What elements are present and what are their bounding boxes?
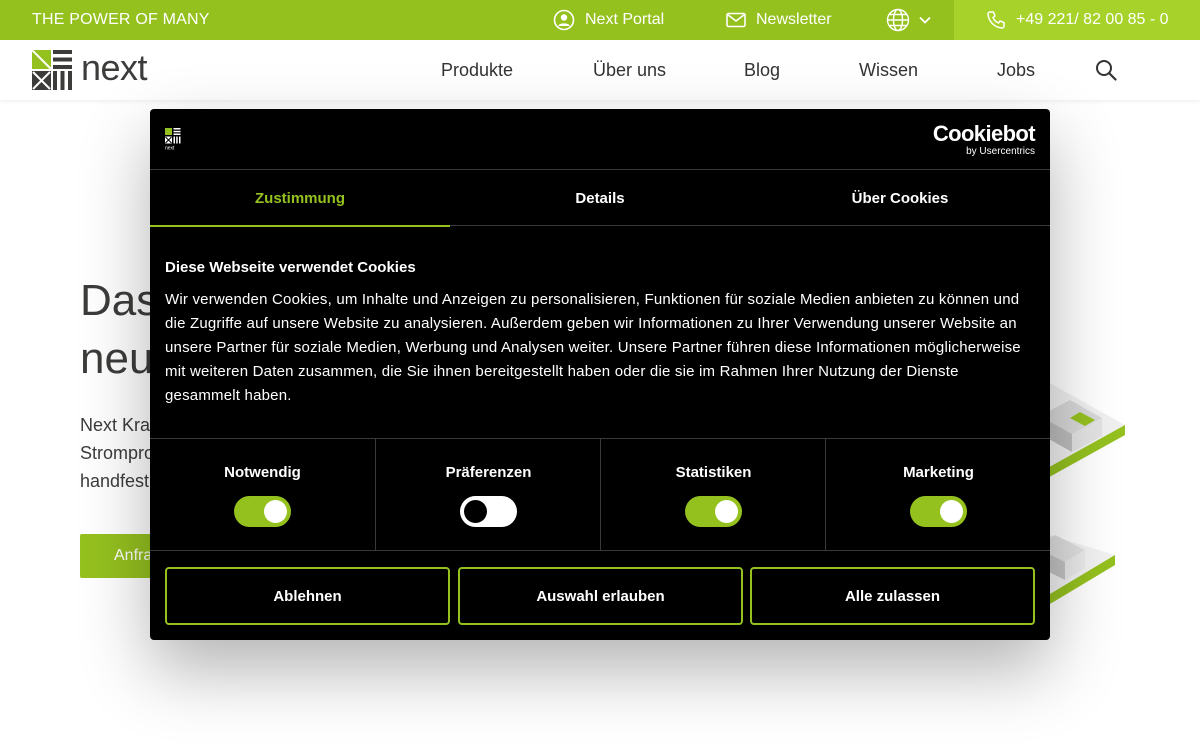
newsletter-label: Newsletter xyxy=(756,11,832,28)
top-bar: THE POWER OF MANY Next Portal Newsletter xyxy=(0,0,1200,40)
phone-link[interactable]: +49 221/ 82 00 85 - 0 xyxy=(954,0,1200,40)
hero-text-line-3: handfest xyxy=(80,471,150,491)
cookiebot-name: Cookiebot xyxy=(932,121,1036,146)
toggle-knob xyxy=(940,500,963,523)
mail-icon xyxy=(726,12,746,28)
phone-number: +49 221/ 82 00 85 - 0 xyxy=(1016,11,1169,28)
next-logo-mark xyxy=(32,50,72,90)
allow-all-button[interactable]: Alle zulassen xyxy=(750,567,1035,625)
hero-text-line-2: Strompro xyxy=(80,443,155,463)
category-label: Notwendig xyxy=(224,464,301,481)
category-marketing: Marketing xyxy=(825,439,1050,551)
hero-title: Das neu xyxy=(80,272,158,388)
hero-title-line-2: neu xyxy=(80,334,154,383)
logo[interactable]: next xyxy=(32,47,148,90)
nav-produkte[interactable]: Produkte xyxy=(441,40,513,100)
category-label: Statistiken xyxy=(675,464,752,481)
cookie-categories: Notwendig Präferenzen Statistiken Market… xyxy=(150,438,1050,551)
chevron-down-icon xyxy=(919,16,931,24)
newsletter-link[interactable]: Newsletter xyxy=(726,0,832,40)
search-icon[interactable] xyxy=(1095,59,1117,81)
cookiebot-byline: by Usercentrics xyxy=(966,146,1035,157)
allow-selection-button[interactable]: Auswahl erlauben xyxy=(458,567,743,625)
phone-icon xyxy=(987,11,1005,29)
user-circle-icon xyxy=(553,9,575,31)
decline-button[interactable]: Ablehnen xyxy=(165,567,450,625)
category-statistiken: Statistiken xyxy=(600,439,825,551)
toggle-notwendig[interactable] xyxy=(234,496,291,527)
dialog-header: next Cookiebot by Usercentrics xyxy=(150,109,1050,170)
category-notwendig: Notwendig xyxy=(150,439,375,551)
toggle-praeferenzen[interactable] xyxy=(460,496,517,527)
category-label: Präferenzen xyxy=(445,464,532,481)
toggle-knob xyxy=(464,500,487,523)
toggle-knob xyxy=(715,500,738,523)
tab-ueber-cookies[interactable]: Über Cookies xyxy=(750,170,1050,226)
dialog-title: Diese Webseite verwendet Cookies xyxy=(165,259,416,276)
next-portal-link[interactable]: Next Portal xyxy=(553,0,664,40)
dialog-body-text: Wir verwenden Cookies, um Inhalte und An… xyxy=(165,291,1021,404)
language-selector[interactable] xyxy=(886,0,940,40)
toggle-knob xyxy=(264,500,287,523)
next-logo-small: next xyxy=(165,128,181,150)
globe-icon xyxy=(886,8,910,32)
cookiebot-brand[interactable]: Cookiebot by Usercentrics xyxy=(932,121,1036,158)
next-portal-label: Next Portal xyxy=(585,11,665,28)
nav-ueber-uns[interactable]: Über uns xyxy=(593,40,666,100)
hero-title-line-1: Das xyxy=(80,276,159,325)
logo-wordmark: next xyxy=(81,47,148,88)
tab-zustimmung[interactable]: Zustimmung xyxy=(150,170,450,227)
logo-small-text: next xyxy=(165,146,175,151)
toggle-marketing[interactable] xyxy=(910,496,967,527)
tab-details[interactable]: Details xyxy=(450,170,750,226)
toggle-statistiken[interactable] xyxy=(685,496,742,527)
nav-jobs[interactable]: Jobs xyxy=(997,40,1035,100)
hero-text: Next Kra Strompro handfest xyxy=(80,411,154,495)
category-praeferenzen: Präferenzen xyxy=(375,439,600,551)
nav-wissen[interactable]: Wissen xyxy=(859,40,918,100)
nav-blog[interactable]: Blog xyxy=(744,40,780,100)
dialog-tabs: Zustimmung Details Über Cookies xyxy=(150,170,1050,227)
category-label: Marketing xyxy=(903,464,974,481)
cookie-consent-dialog: next Cookiebot by Usercentrics Zustimmun… xyxy=(150,109,1050,640)
main-header: next Produkte Über uns Blog Wissen Jobs xyxy=(0,40,1200,100)
hero-text-line-1: Next Kra xyxy=(80,415,151,435)
slogan: THE POWER OF MANY xyxy=(32,11,210,28)
